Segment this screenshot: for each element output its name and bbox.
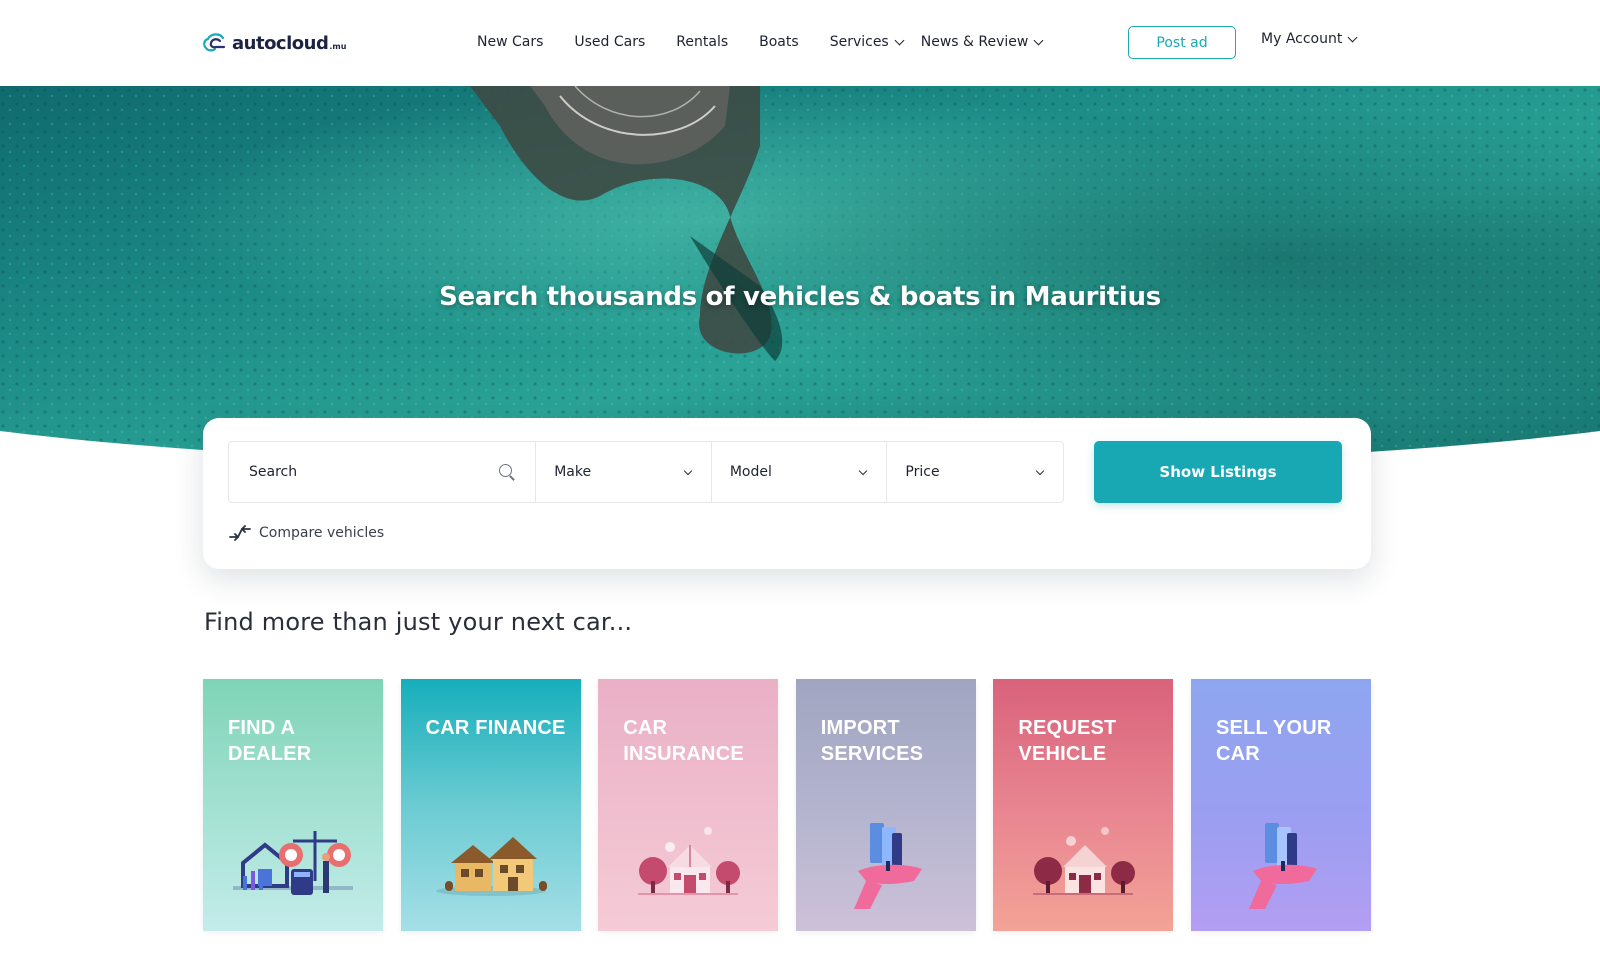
price-label: Price [905, 464, 940, 480]
nav-label: News & Review [920, 34, 1029, 50]
chevron-down-icon [1347, 32, 1358, 42]
nav-label: Services [829, 34, 889, 50]
card-car-finance[interactable]: Car finance [400, 679, 581, 931]
post-ad-button[interactable]: Post ad [1128, 26, 1236, 59]
house-illustration-icon [435, 837, 547, 896]
nav-rentals[interactable]: Rentals [676, 34, 728, 50]
compare-label: Compare vehicles [259, 525, 385, 541]
nav-services[interactable]: Services [829, 34, 905, 50]
card-title: Request vehicle [1018, 717, 1117, 765]
price-select[interactable]: Price [887, 442, 1063, 502]
nav-news-review[interactable]: News & Review [920, 34, 1044, 50]
hand-documents-illustration-icon [853, 823, 922, 909]
chevron-down-icon [859, 466, 868, 475]
chevron-down-icon [1033, 35, 1044, 45]
card-title: Car insurance [623, 717, 744, 765]
card-title: Find a dealer [228, 717, 312, 765]
search-icon [499, 464, 516, 481]
search-panel: Search Make Model Price Show Listings Co… [203, 418, 1371, 569]
chevron-down-icon [683, 466, 693, 475]
nav-new-cars[interactable]: New Cars [477, 34, 543, 50]
nav-label: Used Cars [574, 34, 646, 50]
section-title: Find more than just your next car... [204, 608, 633, 636]
hero-banner: Search thousands of vehicles & boats in … [0, 86, 1600, 466]
card-request-vehicle[interactable]: Request vehicle [993, 679, 1174, 931]
make-label: Make [554, 464, 592, 480]
cloud-logo-icon [203, 33, 226, 52]
card-find-a-dealer[interactable]: Find a dealer [203, 679, 383, 931]
compare-arrows-icon [229, 525, 251, 541]
nav-boats[interactable]: Boats [759, 34, 799, 50]
search-placeholder: Search [249, 464, 298, 480]
nav-label: Boats [759, 34, 799, 50]
nav-label: New Cars [477, 34, 544, 50]
card-title: Sell your car [1215, 717, 1332, 765]
insured-house-illustration-icon [638, 827, 741, 895]
account-label: My Account [1261, 31, 1343, 47]
hero-title: Search thousands of vehicles & boats in … [439, 282, 1161, 312]
nav-label: Rentals [676, 34, 729, 50]
main-nav: New Cars Used Cars Rentals Boats Service… [477, 31, 1060, 53]
search-input[interactable]: Search [229, 442, 537, 502]
model-label: Model [729, 464, 772, 480]
hand-documents-illustration-icon [1248, 823, 1317, 909]
model-select[interactable]: Model [712, 442, 888, 502]
card-import-services[interactable]: Import services [795, 679, 976, 931]
chevron-down-icon [894, 35, 905, 45]
compare-vehicles-link[interactable]: Compare vehicles [229, 525, 384, 541]
card-title: Import services [820, 717, 924, 765]
card-title: Car finance [425, 717, 566, 739]
chevron-down-icon [1035, 466, 1045, 475]
house-trees-illustration-icon [1033, 827, 1136, 895]
logo-tld: .mu [329, 41, 347, 51]
card-sell-your-car[interactable]: Sell your car [1190, 679, 1371, 931]
dealer-illustration-icon [233, 831, 353, 895]
my-account-menu[interactable]: My Account [1261, 31, 1358, 47]
search-filters: Search Make Model Price [228, 441, 1064, 503]
make-select[interactable]: Make [536, 442, 712, 502]
logo[interactable]: autocloud .mu [202, 28, 346, 58]
nav-used-cars[interactable]: Used Cars [574, 34, 645, 50]
card-car-insurance[interactable]: Car insurance [598, 679, 779, 931]
service-cards: Find a dealer Car finance [203, 679, 1371, 931]
aerial-ocean-image [0, 86, 1600, 466]
logo-text: autocloud [232, 32, 329, 54]
site-header: autocloud .mu New Cars Used Cars Rentals… [0, 0, 1600, 86]
show-listings-button[interactable]: Show Listings [1094, 441, 1342, 503]
